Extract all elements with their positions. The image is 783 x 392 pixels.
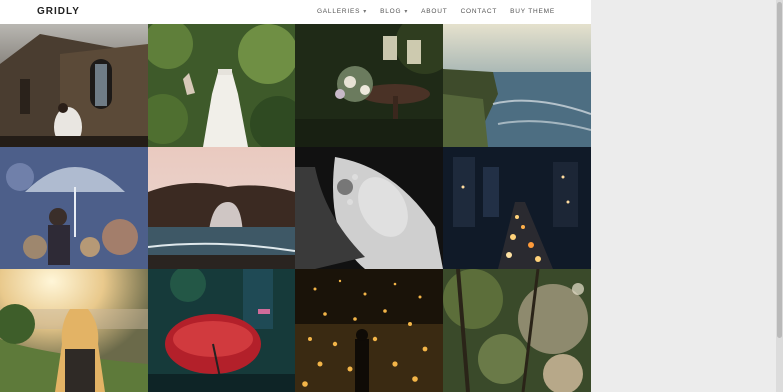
nav-label-about: ABOUT [421, 8, 448, 15]
photo-tile-girl-sunset[interactable] [0, 269, 148, 392]
photo-tile-bouquet[interactable] [295, 24, 443, 147]
photo-wedding-dress [148, 24, 295, 147]
chevron-down-icon: ▾ [363, 9, 368, 15]
nav-item-galleries[interactable]: GALLERIES ▾ [317, 8, 367, 15]
photo-sea-arch [148, 147, 295, 269]
photo-city-night [443, 147, 591, 269]
empty-side-area [591, 0, 776, 392]
nav-label-blog: BLOG [380, 8, 402, 15]
photo-red-umbrella [148, 269, 295, 392]
photo-tile-forest[interactable] [443, 269, 591, 392]
photo-clear-umbrella [0, 147, 148, 269]
nav-label-contact: CONTACT [460, 8, 498, 15]
photo-tile-coastal-cliffs[interactable] [443, 24, 591, 147]
nav-item-contact[interactable]: CONTACT [461, 8, 498, 15]
photo-bouquet [295, 24, 443, 147]
photo-tile-bw-portrait[interactable] [295, 147, 443, 269]
photo-tile-wedding-dress[interactable] [148, 24, 295, 147]
photo-tile-lanterns[interactable] [295, 269, 443, 392]
photo-tile-clear-umbrella[interactable] [0, 147, 148, 269]
top-nav-bar: GRIDLY GALLERIES ▾ BLOG ▾ ABOUT CONTACT … [0, 0, 591, 24]
photo-tile-red-umbrella[interactable] [148, 269, 295, 392]
nav-label-buy-theme: BUY THEME [510, 8, 555, 15]
nav-item-about[interactable]: ABOUT [421, 8, 447, 15]
nav-item-blog[interactable]: BLOG ▾ [380, 8, 408, 15]
nav-label-galleries: GALLERIES [316, 8, 361, 15]
chevron-down-icon: ▾ [404, 9, 409, 15]
photo-bw-portrait [295, 147, 443, 269]
site-logo[interactable]: GRIDLY [37, 6, 80, 17]
scrollbar-thumb[interactable] [777, 2, 782, 338]
photo-coastal-cliffs [443, 24, 591, 147]
nav-item-buy-theme[interactable]: BUY THEME [510, 8, 555, 15]
photo-forest [443, 269, 591, 392]
photo-tile-city-night[interactable] [443, 147, 591, 269]
main-nav: GALLERIES ▾ BLOG ▾ ABOUT CONTACT BUY THE… [304, 8, 555, 15]
photo-tile-wedding-couple[interactable] [0, 24, 148, 147]
site: GRIDLY GALLERIES ▾ BLOG ▾ ABOUT CONTACT … [0, 0, 591, 392]
photo-lanterns [295, 269, 443, 392]
photo-girl-sunset [0, 269, 148, 392]
photo-tile-sea-arch[interactable] [148, 147, 295, 269]
photo-grid [0, 24, 591, 392]
photo-wedding-couple [0, 24, 148, 147]
